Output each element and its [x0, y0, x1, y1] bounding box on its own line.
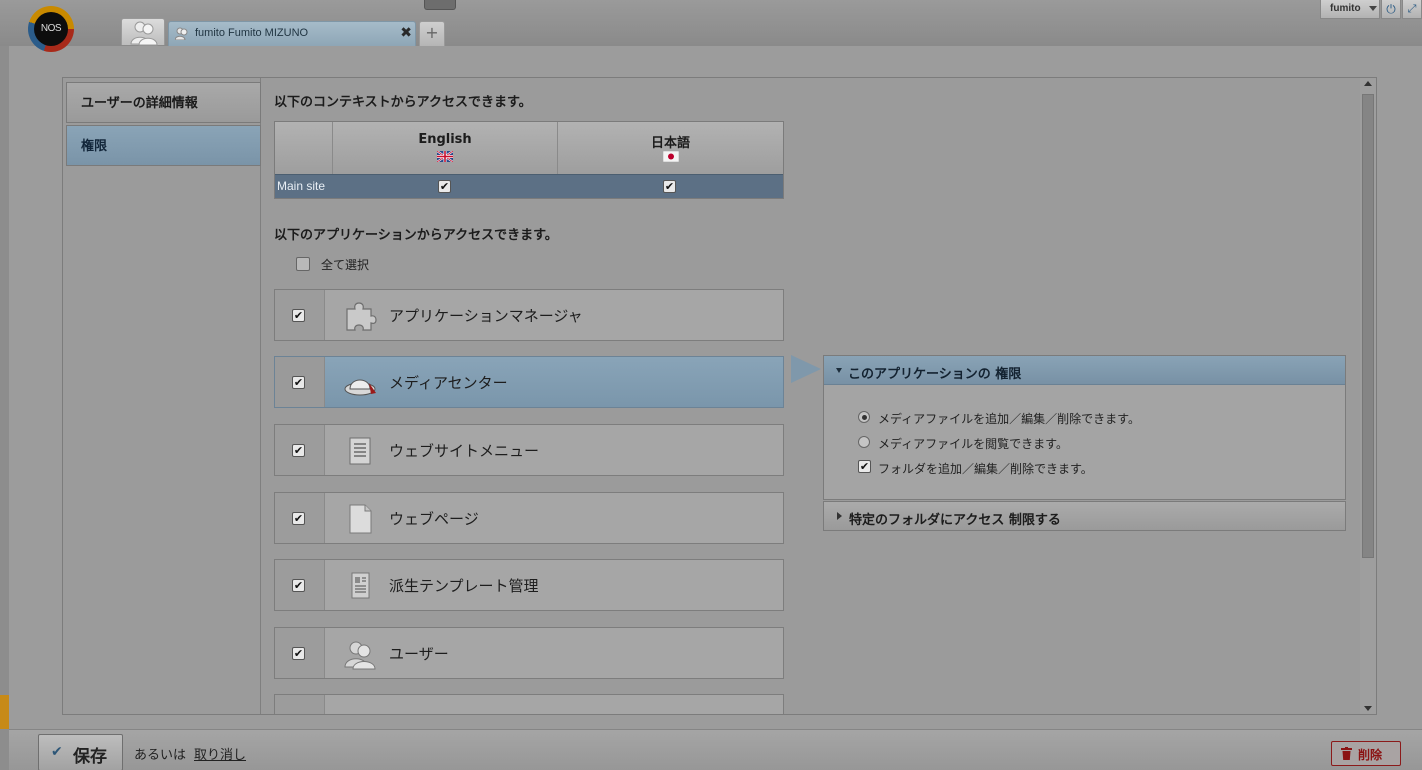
- menu-list-icon: [349, 437, 371, 465]
- decorative-edge: [0, 695, 9, 729]
- app-checkbox[interactable]: ✔: [292, 376, 305, 389]
- chevron-down-icon: [1369, 6, 1377, 11]
- sidebar-item-permissions[interactable]: 権限: [66, 125, 261, 166]
- app-row-website-menu[interactable]: ✔ ウェブサイトメニュー: [274, 424, 784, 476]
- add-tab-button[interactable]: +: [419, 21, 445, 46]
- pointer-arrow-icon: [791, 355, 821, 383]
- app-checkbox[interactable]: ✔: [292, 579, 305, 592]
- users-icon: [130, 21, 158, 46]
- users-icon: [175, 27, 188, 40]
- contexts-heading: 以下のコンテキストからアクセスできます。: [274, 95, 532, 110]
- chevron-right-icon: [837, 512, 842, 520]
- permissions-title: このアプリケーションの 権限: [848, 367, 1022, 382]
- app-checkbox-cell: [275, 695, 325, 714]
- row-label: Main site: [277, 179, 326, 193]
- app-checkbox[interactable]: ✔: [292, 512, 305, 525]
- app-logo[interactable]: NOS: [28, 6, 74, 52]
- cancel-link[interactable]: 取り消し: [194, 744, 246, 763]
- context-checkbox-english[interactable]: ✔: [438, 180, 451, 193]
- app-row-users[interactable]: ✔ ユーザー: [274, 627, 784, 679]
- user-name: fumito: [1330, 3, 1361, 14]
- logout-button[interactable]: ⏻: [1381, 0, 1401, 19]
- scroll-up-icon[interactable]: [1364, 81, 1372, 86]
- radio-button[interactable]: [858, 436, 870, 448]
- save-label: 保存: [73, 747, 107, 767]
- tab-user-edit[interactable]: fumito Fumito MIZUNO ✖: [168, 21, 416, 46]
- expand-icon: ⤢: [1407, 2, 1417, 15]
- context-checkbox-japanese[interactable]: ✔: [663, 180, 676, 193]
- scrollbar-thumb[interactable]: [1362, 94, 1374, 558]
- expand-button[interactable]: ⤢: [1402, 0, 1422, 19]
- permissions-box: このアプリケーションの 権限 メディアファイルを追加／編集／削除できます。 メデ…: [823, 355, 1346, 500]
- permissions-header[interactable]: このアプリケーションの 権限: [824, 356, 1345, 385]
- column-label: 日本語: [650, 136, 690, 151]
- content-area: 以下のコンテキストからアクセスできます。 English 日本語 Main si…: [262, 78, 1358, 714]
- app-row-template-variations[interactable]: ✔ 派生テンプレート管理: [274, 559, 784, 611]
- app-checkbox-cell: ✔: [275, 493, 325, 543]
- logo-text: NOS: [34, 12, 68, 46]
- trash-icon: [1341, 747, 1352, 760]
- option-label: フォルダを追加／編集／削除できます。: [878, 462, 1093, 476]
- puzzle-icon: [346, 302, 377, 331]
- applications-heading: 以下のアプリケーションからアクセスできます。: [274, 228, 558, 243]
- table-header-empty: [275, 122, 333, 174]
- app-label: メディアセンター: [389, 374, 508, 392]
- power-icon: ⏻: [1386, 2, 1396, 16]
- sidebar: ユーザーの詳細情報 権限: [63, 78, 261, 714]
- save-button[interactable]: ✔ 保存: [38, 734, 123, 770]
- delete-button[interactable]: 削除: [1331, 741, 1401, 766]
- uk-flag-icon: [437, 151, 453, 162]
- media-hat-icon: [344, 379, 376, 396]
- users-icon: [344, 641, 376, 670]
- app-label: 派生テンプレート管理: [389, 577, 539, 595]
- delete-label: 削除: [1358, 748, 1383, 762]
- jp-flag-icon: [662, 151, 679, 162]
- table-header-english: English: [333, 122, 558, 174]
- app-row-media-center[interactable]: ✔ メディアセンター: [274, 356, 784, 408]
- context-table: English 日本語 Main site ✔ ✔: [274, 121, 784, 199]
- app-checkbox[interactable]: ✔: [292, 309, 305, 322]
- folder-checkbox[interactable]: ✔: [858, 460, 871, 473]
- footer-bar: ✔ 保存 あるいは 取り消し 削除: [9, 729, 1422, 770]
- folder-restriction-label: 特定のフォルダにアクセス 制限する: [849, 513, 1061, 528]
- top-bar: fumito Fumito MIZUNO ✖ + fumito ⏻ ⤢: [0, 0, 1422, 46]
- app-row-app-manager[interactable]: ✔ アプリケーションマネージャ: [274, 289, 784, 341]
- user-menu-button[interactable]: fumito: [1320, 0, 1380, 19]
- scroll-down-icon[interactable]: [1364, 706, 1372, 711]
- folder-restriction-toggle[interactable]: 特定のフォルダにアクセス 制限する: [823, 501, 1346, 531]
- tab-label: fumito Fumito MIZUNO: [195, 27, 309, 39]
- app-row-web-pages[interactable]: ✔ ウェブページ: [274, 492, 784, 544]
- table-row: Main site ✔ ✔: [275, 174, 783, 198]
- app-checkbox-cell: ✔: [275, 560, 325, 610]
- table-header-japanese: 日本語: [558, 122, 783, 174]
- select-all-checkbox[interactable]: [296, 257, 310, 271]
- sidebar-item-user-details[interactable]: ユーザーの詳細情報: [66, 82, 261, 123]
- option-label: メディアファイルを追加／編集／削除できます。: [878, 412, 1140, 426]
- app-label: アプリケーションマネージャ: [389, 307, 583, 325]
- app-row-partial[interactable]: [274, 694, 784, 714]
- option-label: メディアファイルを閲覧できます。: [878, 437, 1068, 451]
- app-label: ユーザー: [389, 645, 449, 663]
- app-label: ウェブページ: [389, 510, 479, 528]
- select-all-label: 全て選択: [321, 258, 370, 272]
- tab-users-home[interactable]: [121, 18, 165, 46]
- app-label: ウェブサイトメニュー: [389, 442, 540, 460]
- main-panel: ユーザーの詳細情報 権限 以下のコンテキストからアクセスできます。 Englis…: [62, 77, 1377, 715]
- app-checkbox-cell: ✔: [275, 357, 325, 407]
- app-checkbox[interactable]: ✔: [292, 444, 305, 457]
- or-text: あるいは: [134, 748, 187, 763]
- template-icon: [351, 572, 370, 599]
- app-checkbox-cell: ✔: [275, 290, 325, 340]
- tray-handle-icon[interactable]: [424, 0, 456, 10]
- check-icon: ✔: [51, 744, 63, 760]
- close-icon[interactable]: ✖: [400, 25, 412, 41]
- scrollbar[interactable]: [1360, 78, 1376, 714]
- chevron-down-icon: [836, 368, 842, 373]
- app-checkbox[interactable]: ✔: [292, 647, 305, 660]
- app-checkbox-cell: ✔: [275, 425, 325, 475]
- page-icon: [349, 504, 372, 534]
- radio-button[interactable]: [858, 411, 870, 423]
- column-label: English: [418, 132, 472, 147]
- app-checkbox-cell: ✔: [275, 628, 325, 678]
